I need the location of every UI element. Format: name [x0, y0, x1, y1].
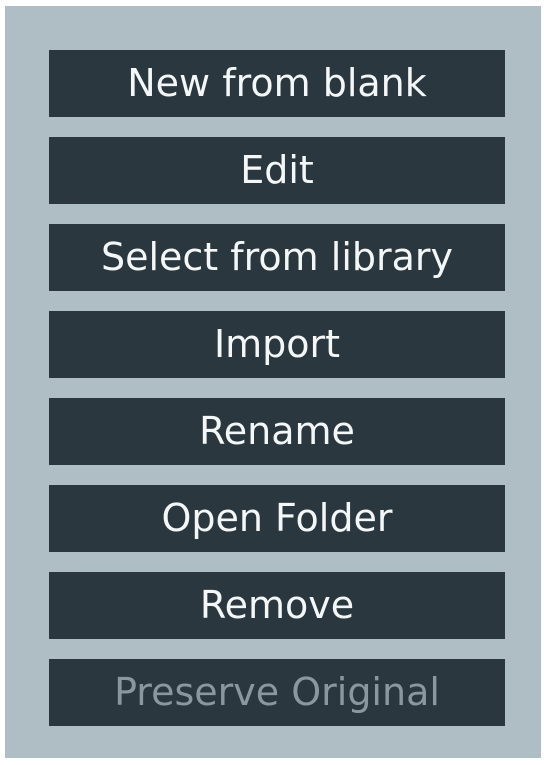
- select-from-library-button[interactable]: Select from library: [49, 224, 505, 291]
- new-from-blank-button[interactable]: New from blank: [49, 50, 505, 117]
- action-menu: New from blank Edit Select from library …: [49, 50, 505, 726]
- import-button[interactable]: Import: [49, 311, 505, 378]
- preserve-original-button: Preserve Original: [49, 659, 505, 726]
- remove-button[interactable]: Remove: [49, 572, 505, 639]
- rename-button[interactable]: Rename: [49, 398, 505, 465]
- edit-button[interactable]: Edit: [49, 137, 505, 204]
- action-menu-panel: New from blank Edit Select from library …: [5, 6, 541, 758]
- open-folder-button[interactable]: Open Folder: [49, 485, 505, 552]
